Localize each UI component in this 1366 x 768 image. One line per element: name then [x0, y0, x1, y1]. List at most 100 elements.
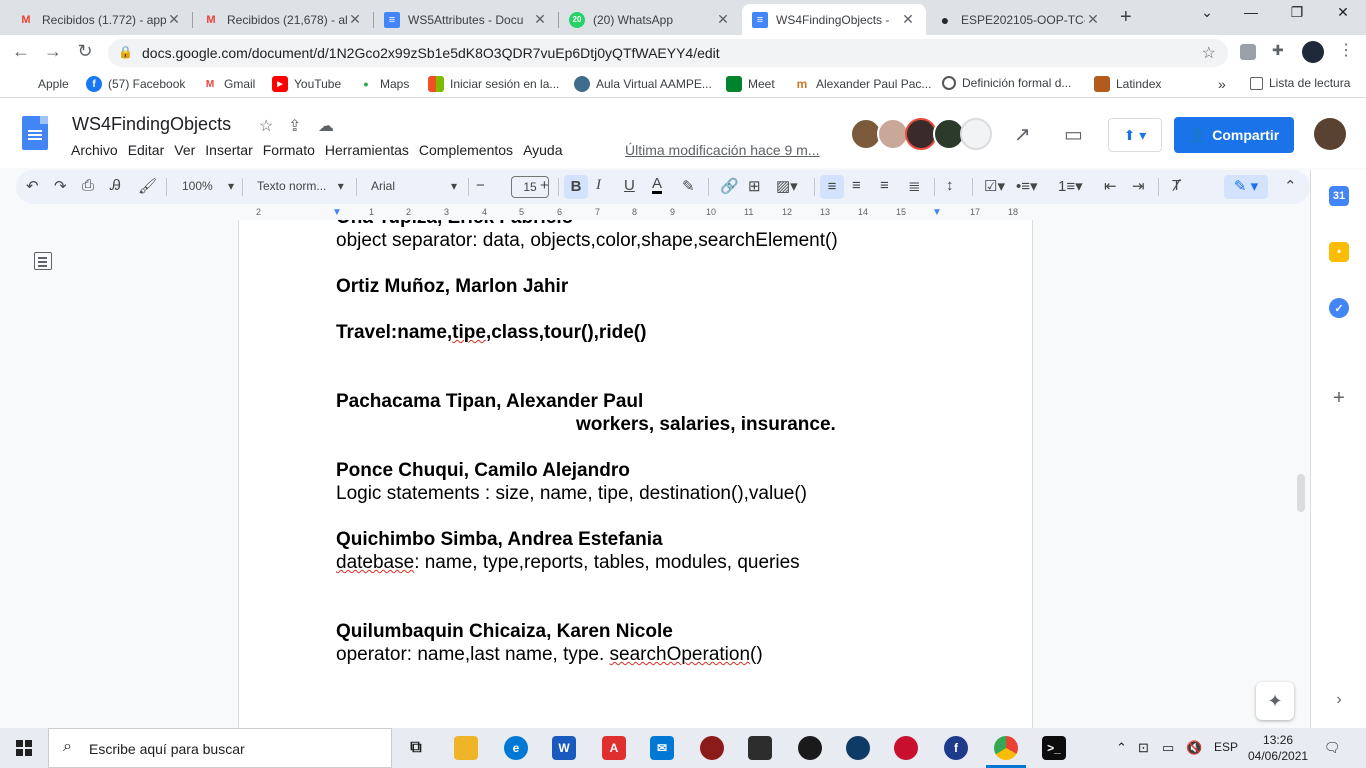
align-justify-button[interactable]: ≣ [908, 177, 921, 195]
activity-trend-icon[interactable]: ↗ [1014, 122, 1031, 147]
menu-ayuda[interactable]: Ayuda [523, 142, 562, 158]
close-icon[interactable]: ✕ [166, 11, 182, 28]
close-icon[interactable]: ✕ [532, 11, 548, 28]
bookmark-star-icon[interactable]: ☆ [1202, 43, 1216, 63]
chevron-up-icon[interactable]: ⌃ [1284, 177, 1297, 195]
doc-line[interactable]: Quichimbo Simba, Andrea Estefania [336, 529, 663, 551]
insert-image-icon[interactable]: ▨▾ [776, 177, 798, 195]
browser-tab[interactable]: ≡ WS5Attributes - Docu ✕ [374, 4, 558, 35]
cloud-saved-icon[interactable]: ☁ [318, 116, 334, 136]
doc-line[interactable]: Logic statements : size, name, tipe, des… [336, 483, 807, 505]
browser-tab[interactable]: M Recibidos (1.772) - app ✕ [8, 4, 192, 35]
present-button[interactable]: ⬆ ▾ [1108, 118, 1162, 152]
paragraph-style-select[interactable]: Texto norm... ▾ [257, 179, 344, 193]
highlight-color-icon[interactable]: ✎ [682, 177, 695, 195]
close-window-button[interactable]: ✕ [1320, 4, 1366, 21]
doc-line[interactable]: Ponce Chuqui, Camilo Alejandro [336, 460, 630, 482]
menu-editar[interactable]: Editar [128, 142, 165, 158]
close-icon[interactable]: ✕ [715, 11, 731, 28]
bookmark-apple[interactable]: Apple [16, 76, 69, 92]
address-bar[interactable]: 🔒 docs.google.com/document/d/1N2Gco2x99z… [108, 39, 1228, 67]
italic-button[interactable]: I [596, 177, 601, 194]
reload-button[interactable]: ↻ [74, 41, 96, 62]
menu-insertar[interactable]: Insertar [205, 142, 252, 158]
restore-button[interactable]: ❐ [1274, 4, 1320, 21]
doc-line[interactable]: Travel:name,tipe,class,tour(),ride() [336, 322, 646, 344]
menu-kebab-icon[interactable]: ⋮ [1338, 40, 1354, 59]
mail-icon[interactable]: ✉ [650, 736, 674, 760]
spelling-error[interactable]: searchOperation [610, 644, 750, 665]
menu-complementos[interactable]: Complementos [419, 142, 513, 158]
spellcheck-icon[interactable]: Ꭿ [110, 177, 121, 194]
taskbar-search[interactable]: ⌕ Escribe aquí para buscar [48, 728, 392, 768]
show-hidden-icons-chevron[interactable]: ⌃ [1116, 740, 1127, 756]
align-center-button[interactable]: ≡ [852, 177, 861, 194]
bookmark-definicion[interactable]: Definición formal d... [942, 76, 1071, 90]
bookmark-meet[interactable]: Meet [726, 76, 775, 92]
paint-format-icon[interactable]: 🖌 [138, 177, 157, 195]
bookmark-gmail[interactable]: M Gmail [202, 76, 256, 92]
file-explorer-icon[interactable] [454, 736, 478, 760]
app-icon[interactable] [894, 736, 918, 760]
tasks-icon[interactable]: ✓ [1329, 298, 1349, 318]
right-indent-marker-icon[interactable]: ▼ [932, 207, 942, 218]
spelling-error[interactable]: tipe [452, 322, 486, 343]
doc-line[interactable]: workers, salaries, insurance. [576, 414, 836, 436]
more-collaborators-icon[interactable] [960, 118, 992, 150]
back-button[interactable]: ← [10, 41, 32, 62]
more-bookmarks-button[interactable]: » [1218, 76, 1226, 92]
forward-button[interactable]: → [42, 41, 64, 62]
doc-line[interactable]: datebase: name, type,reports, tables, mo… [336, 552, 800, 574]
decrease-font-size-button[interactable]: − [476, 177, 485, 194]
user-avatar[interactable] [1314, 118, 1346, 150]
align-right-button[interactable]: ≡ [880, 177, 889, 194]
bookmark-microsoft[interactable]: Iniciar sesión en la... [428, 76, 559, 92]
keep-icon[interactable]: • [1329, 242, 1349, 262]
bookmark-aula-virtual[interactable]: Aula Virtual AAMPE... [574, 76, 712, 92]
new-tab-button[interactable]: + [1120, 6, 1140, 29]
redo-icon[interactable]: ↷ [54, 177, 67, 195]
terminal-icon[interactable]: >_ [1042, 736, 1066, 760]
increase-indent-icon[interactable]: ⇥ [1132, 177, 1145, 195]
profile-avatar[interactable] [1302, 41, 1324, 63]
url-text[interactable]: docs.google.com/document/d/1N2Gco2x99zSb… [142, 45, 720, 61]
browser-tab[interactable]: 20 (20) WhatsApp ✕ [559, 4, 741, 35]
bold-button[interactable]: B [564, 175, 588, 199]
docs-logo-icon[interactable] [22, 116, 48, 150]
insert-link-icon[interactable]: 🔗 [720, 177, 739, 195]
text-color-button[interactable]: A [652, 176, 663, 194]
notifications-icon[interactable]: 🗨 [1324, 740, 1341, 756]
indent-marker-icon[interactable]: ▼ [332, 207, 342, 218]
print-icon[interactable]: ⎙ [82, 177, 94, 194]
checklist-icon[interactable]: ☑▾ [984, 177, 1005, 195]
star-icon[interactable]: ☆ [259, 116, 273, 136]
language-indicator[interactable]: ESP [1214, 740, 1238, 754]
audio-app-icon[interactable] [846, 736, 870, 760]
move-to-folder-icon[interactable]: ⇪ [288, 116, 301, 136]
increase-font-size-button[interactable]: + [540, 177, 549, 194]
decrease-indent-icon[interactable]: ⇤ [1104, 177, 1117, 195]
app-icon[interactable] [798, 736, 822, 760]
display-icon[interactable]: ▭ [1162, 740, 1174, 756]
insert-comment-icon[interactable]: ⊞ [748, 177, 761, 195]
calendar-icon[interactable]: 31 [1329, 186, 1349, 206]
doc-line[interactable]: Ortiz Muñoz, Marlon Jahir [336, 276, 568, 298]
close-icon[interactable]: ✕ [900, 11, 916, 28]
clock[interactable]: 13:26 04/06/2021 [1248, 732, 1308, 764]
font-family-select[interactable]: Arial ▾ [371, 179, 461, 193]
doc-line[interactable]: Pachacama Tipan, Alexander Paul [336, 391, 643, 413]
doc-line[interactable]: operator: name,last name, type. searchOp… [336, 644, 763, 666]
minimize-button[interactable]: — [1228, 4, 1274, 20]
doc-line[interactable]: Oña Tupiza, Erick Fabricio [336, 220, 573, 229]
store-icon[interactable] [748, 736, 772, 760]
last-modified-link[interactable]: Última modificación hace 9 m... [625, 142, 820, 158]
menu-formato[interactable]: Formato [263, 142, 315, 158]
bookmark-maps[interactable]: • Maps [358, 76, 410, 92]
close-icon[interactable]: ✕ [1085, 11, 1101, 28]
doc-line[interactable]: object separator: data, objects,color,sh… [336, 230, 838, 252]
pdf-extension-icon[interactable] [1240, 44, 1256, 60]
close-icon[interactable]: ✕ [347, 11, 363, 28]
word-icon[interactable]: W [552, 736, 576, 760]
menu-ver[interactable]: Ver [174, 142, 195, 158]
underline-button[interactable]: U [624, 177, 635, 194]
